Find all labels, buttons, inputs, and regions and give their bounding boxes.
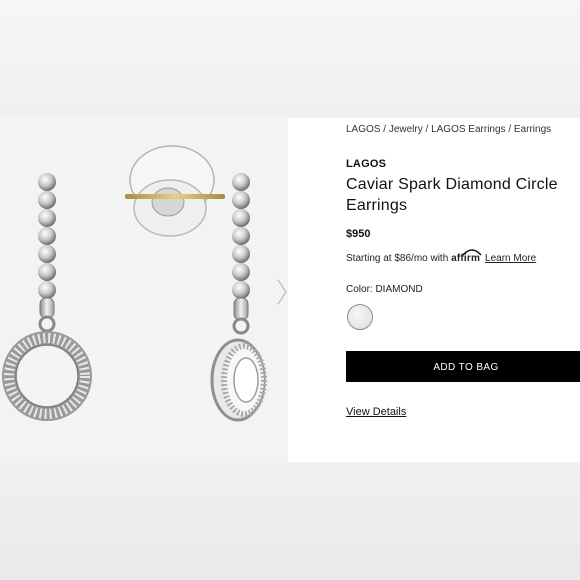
breadcrumb-separator: /: [422, 124, 432, 135]
breadcrumb-item-earrings[interactable]: Earrings: [514, 124, 551, 135]
next-image-arrow-icon[interactable]: [276, 276, 288, 308]
breadcrumb-item-lagos[interactable]: LAGOS: [346, 124, 380, 135]
right-earring-icon: [210, 173, 267, 422]
product-detail-panel: LAGOS / Jewelry / LAGOS Earrings / Earri…: [288, 118, 580, 462]
view-details-link[interactable]: View Details: [346, 406, 406, 418]
learn-more-link[interactable]: Learn More: [485, 253, 536, 264]
product-price: $950: [346, 228, 371, 240]
bottom-background: [0, 462, 580, 580]
product-image: [0, 118, 288, 462]
color-label: Color: DIAMOND: [346, 284, 423, 295]
color-swatch-diamond[interactable]: [347, 304, 373, 330]
earring-back-icon: [125, 145, 225, 237]
breadcrumb: LAGOS / Jewelry / LAGOS Earrings / Earri…: [346, 124, 551, 135]
top-background: [0, 0, 580, 118]
product-title: Caviar Spark Diamond Circle Earrings: [346, 176, 558, 214]
breadcrumb-separator: /: [380, 124, 389, 135]
breadcrumb-separator: /: [505, 124, 514, 135]
breadcrumb-item-jewelry[interactable]: Jewelry: [389, 124, 423, 135]
earrings-photo: [2, 145, 267, 422]
financing-text: Starting at $86/mo with: [346, 253, 449, 264]
breadcrumb-item-lagos-earrings[interactable]: LAGOS Earrings: [431, 124, 505, 135]
brand-name[interactable]: LAGOS: [346, 158, 386, 170]
add-to-bag-button[interactable]: ADD TO BAG: [346, 351, 580, 382]
financing-info: Starting at $86/mo with affirm Learn Mor…: [346, 249, 536, 264]
left-earring-icon: [2, 173, 92, 421]
affirm-logo-icon: affirm: [451, 249, 483, 264]
